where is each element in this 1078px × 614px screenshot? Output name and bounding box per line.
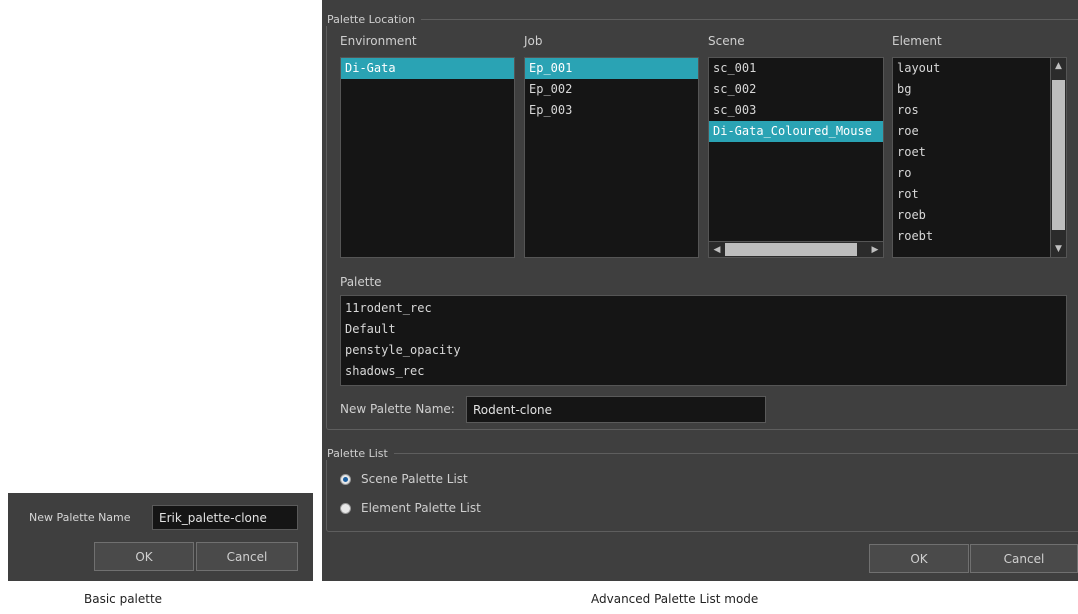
scene-palette-list-option[interactable]: Scene Palette List xyxy=(340,472,468,486)
basic-ok-button[interactable]: OK xyxy=(94,542,194,571)
basic-caption: Basic palette xyxy=(84,592,163,606)
element-palette-list-radio[interactable] xyxy=(340,502,351,514)
list-item[interactable]: Ep_001 xyxy=(525,58,698,79)
basic-new-palette-name-input[interactable]: Erik_palette-clone xyxy=(152,505,298,530)
job-list[interactable]: Ep_001 Ep_002 Ep_003 xyxy=(524,57,699,258)
scene-palette-list-label: Scene Palette List xyxy=(361,472,468,486)
basic-new-palette-name-label: New Palette Name xyxy=(29,511,131,524)
scene-header: Scene xyxy=(708,34,745,48)
list-item[interactable]: roet xyxy=(893,142,1066,163)
element-header: Element xyxy=(892,34,942,48)
list-item[interactable]: ros xyxy=(893,100,1066,121)
scroll-down-arrow-icon[interactable]: ▼ xyxy=(1051,241,1066,257)
new-palette-name-input[interactable]: Rodent-clone xyxy=(466,396,766,423)
element-scroll-thumb[interactable] xyxy=(1052,80,1065,230)
list-item[interactable]: rot xyxy=(893,184,1066,205)
list-item[interactable]: sc_003 xyxy=(709,100,883,121)
environment-list[interactable]: Di-Gata xyxy=(340,57,515,258)
list-item[interactable]: 11rodent_rec xyxy=(341,298,1066,319)
list-item[interactable]: penstyle_opacity xyxy=(341,340,1066,361)
element-palette-list-label: Element Palette List xyxy=(361,501,481,515)
scroll-up-arrow-icon[interactable]: ▲ xyxy=(1051,58,1066,74)
list-item[interactable]: sc_001 xyxy=(709,58,883,79)
list-item[interactable]: bg xyxy=(893,79,1066,100)
list-item[interactable]: Ep_002 xyxy=(525,79,698,100)
advanced-palette-dialog: Palette Location Environment Job Scene E… xyxy=(322,0,1078,581)
scene-horizontal-scrollbar[interactable]: ◀ ▶ xyxy=(709,241,883,257)
list-item[interactable]: roeb xyxy=(893,205,1066,226)
element-vertical-scrollbar[interactable]: ▲ ▼ xyxy=(1050,58,1066,257)
basic-cancel-button[interactable]: Cancel xyxy=(196,542,298,571)
palette-location-title: Palette Location xyxy=(323,13,422,26)
list-item[interactable]: layout xyxy=(893,58,1066,79)
scroll-left-arrow-icon[interactable]: ◀ xyxy=(709,242,725,257)
element-list[interactable]: layout bg ros roe roet ro rot roeb roebt ▲ ▼ xyxy=(892,57,1067,258)
environment-header: Environment xyxy=(340,34,417,48)
palette-list-group: Palette List xyxy=(323,447,1078,532)
element-palette-list-option[interactable]: Element Palette List xyxy=(340,501,481,515)
new-palette-name-label: New Palette Name: xyxy=(340,402,455,416)
scene-list[interactable]: sc_001 sc_002 sc_003 Di-Gata_Coloured_Mouse… xyxy=(708,57,884,258)
advanced-caption: Advanced Palette List mode xyxy=(591,592,759,606)
scene-scroll-thumb[interactable] xyxy=(725,243,857,256)
basic-palette-dialog: New Palette Name Erik_palette-clone OK C… xyxy=(8,493,313,581)
list-item[interactable]: sc_002 xyxy=(709,79,883,100)
list-item[interactable]: Di-Gata xyxy=(341,58,514,79)
cancel-button[interactable]: Cancel xyxy=(970,544,1078,573)
scroll-right-arrow-icon[interactable]: ▶ xyxy=(867,242,883,257)
list-item[interactable]: ro xyxy=(893,163,1066,184)
list-item[interactable]: roebt xyxy=(893,226,1066,247)
palette-header: Palette xyxy=(340,275,382,289)
ok-button[interactable]: OK xyxy=(869,544,969,573)
list-item[interactable]: roe xyxy=(893,121,1066,142)
palette-list[interactable]: 11rodent_rec Default penstyle_opacity shado… xyxy=(340,295,1067,386)
palette-list-title: Palette List xyxy=(323,447,394,460)
list-item[interactable]: Default xyxy=(341,319,1066,340)
list-item[interactable]: shadows_rec xyxy=(341,361,1066,382)
job-header: Job xyxy=(524,34,543,48)
list-item[interactable]: Di-Gata_Coloured_Mouse xyxy=(709,121,883,142)
list-item[interactable]: Ep_003 xyxy=(525,100,698,121)
scene-palette-list-radio[interactable] xyxy=(340,473,351,485)
